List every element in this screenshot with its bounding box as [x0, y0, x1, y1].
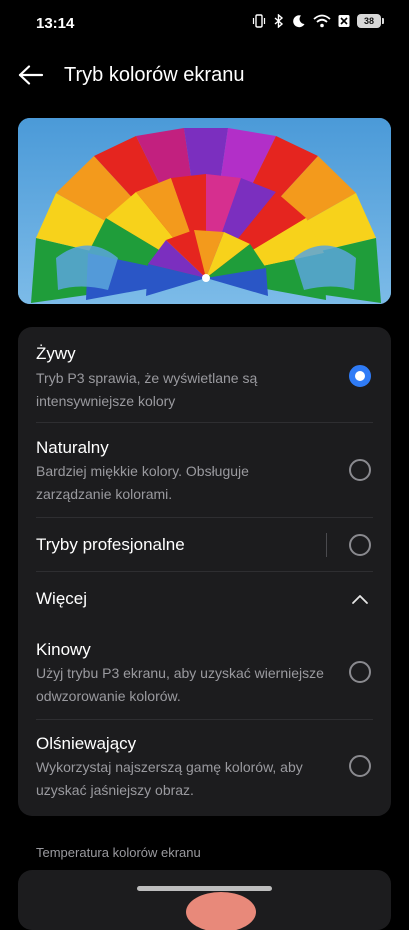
- radio-zywy[interactable]: [349, 365, 371, 387]
- option-title: Kinowy: [36, 640, 91, 659]
- option-title: Żywy: [36, 344, 76, 363]
- preview-image: [18, 118, 391, 304]
- option-title: Tryby profesjonalne: [36, 535, 185, 554]
- radio-kinowy[interactable]: [349, 661, 371, 683]
- header: Tryb kolorów ekranu: [0, 50, 409, 100]
- status-icons: 38: [252, 14, 384, 28]
- option-description: Bardziej miękkie kolory. Obsługuje zarzą…: [36, 463, 249, 502]
- more-toggle[interactable]: Więcej: [18, 572, 391, 626]
- temperature-section-label: Temperatura kolorów ekranu: [36, 845, 201, 860]
- temperature-preview: [186, 892, 256, 930]
- battery-icon: 38: [357, 14, 384, 28]
- separator: [326, 533, 327, 557]
- option-description: Wykorzystaj najszerszą gamę kolorów, aby…: [36, 759, 303, 798]
- radio-naturalny[interactable]: [349, 459, 371, 481]
- option-description: Użyj trybu P3 ekranu, aby uzyskać wierni…: [36, 665, 324, 704]
- option-title: Naturalny: [36, 438, 109, 457]
- back-button[interactable]: [16, 60, 46, 90]
- option-title: Olśniewający: [36, 734, 137, 753]
- page-title: Tryb kolorów ekranu: [64, 64, 245, 86]
- more-label: Więcej: [36, 589, 88, 608]
- arrow-left-icon: [18, 65, 44, 85]
- chevron-up-icon: [349, 588, 371, 610]
- color-mode-options: Żywy Tryb P3 sprawia, że wyświetlane są …: [18, 327, 391, 816]
- parachute-illustration: [18, 118, 391, 304]
- vibrate-icon: [252, 14, 266, 28]
- radio-tryby-profesjonalne[interactable]: [349, 534, 371, 556]
- moon-icon: [292, 14, 306, 28]
- home-indicator[interactable]: [137, 886, 272, 891]
- wifi-icon: [313, 14, 331, 28]
- option-naturalny[interactable]: Naturalny Bardziej miękkie kolory. Obsłu…: [18, 423, 391, 517]
- status-time: 13:14: [36, 15, 75, 32]
- no-sim-icon: [338, 14, 350, 28]
- option-description: Tryb P3 sprawia, że wyświetlane są inten…: [36, 370, 258, 409]
- temperature-card[interactable]: [18, 870, 391, 930]
- status-bar: 13:14 38: [0, 0, 409, 48]
- option-olsniewajacy[interactable]: Olśniewający Wykorzystaj najszerszą gamę…: [18, 720, 391, 816]
- option-kinowy[interactable]: Kinowy Użyj trybu P3 ekranu, aby uzyskać…: [18, 627, 391, 719]
- bluetooth-icon: [273, 14, 285, 28]
- option-zywy[interactable]: Żywy Tryb P3 sprawia, że wyświetlane są …: [18, 327, 391, 421]
- option-tryby-profesjonalne[interactable]: Tryby profesjonalne: [18, 518, 391, 572]
- radio-olsniewajacy[interactable]: [349, 755, 371, 777]
